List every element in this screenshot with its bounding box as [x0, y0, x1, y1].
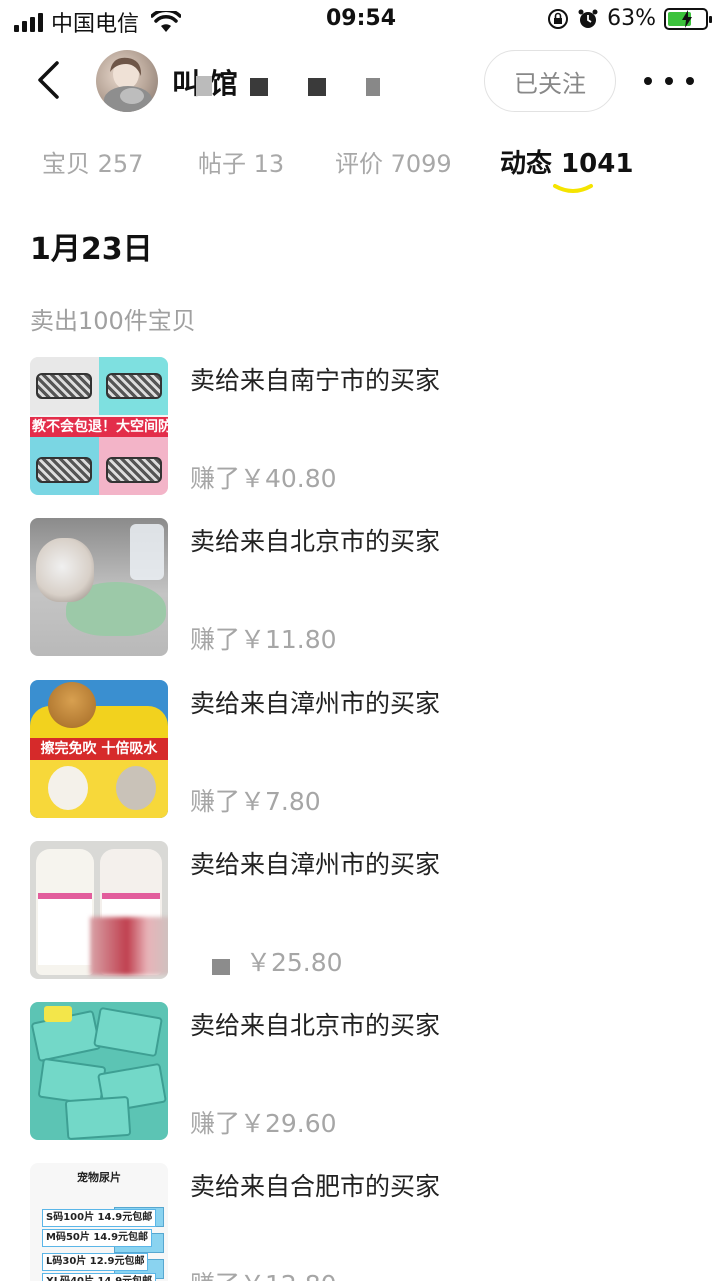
avatar[interactable]	[96, 50, 158, 112]
product-thumbnail: 宠物尿片 S码100片 14.9元包邮 M码50片 14.9元包邮 L码30片 …	[30, 1163, 168, 1281]
name-redaction-2	[250, 78, 268, 96]
tab-items[interactable]: 宝贝 257	[42, 144, 143, 179]
thumb-banner-text: 教不会包退！大空间防外溅	[30, 417, 168, 437]
more-dot-icon	[665, 77, 673, 85]
battery-percent: 63%	[607, 6, 656, 31]
tab-posts[interactable]: 帖子 13	[198, 144, 284, 179]
bottle-label	[38, 893, 92, 965]
litter-tray-image	[36, 457, 92, 483]
tab-reviews[interactable]: 评价 7099	[335, 144, 452, 179]
pet-image	[48, 766, 88, 810]
item-earnings: 赚了￥11.80	[190, 625, 337, 654]
signal-icon	[14, 12, 43, 32]
thumb-size-row: M码50片 14.9元包邮	[42, 1229, 153, 1247]
package-image	[93, 1006, 163, 1058]
item-earnings: 赚了￥40.80	[190, 464, 337, 493]
litter-tray-image	[36, 373, 92, 399]
product-thumbnail: 擦完免吹 十倍吸水	[30, 680, 168, 818]
item-title: 卖给来自漳州市的买家	[190, 850, 441, 879]
thumb-title: 宠物尿片	[77, 1171, 121, 1184]
status-bar: 中国电信 09:54 63%	[0, 0, 720, 40]
product-thumbnail: 教不会包退！大空间防外溅	[30, 357, 168, 495]
thumb-size-row: L码30片 12.9元包邮	[42, 1253, 149, 1271]
alarm-icon	[578, 9, 598, 28]
thumb-banner-text: 擦完免吹 十倍吸水	[30, 738, 168, 760]
earnings-redaction	[212, 959, 230, 975]
tab-activity[interactable]: 动态 1041	[500, 143, 633, 180]
list-item[interactable]: 教不会包退！大空间防外溅 卖给来自南宁市的买家 赚了￥40.80	[30, 357, 690, 495]
item-earnings: 赚了￥29.60	[190, 1109, 337, 1138]
more-options-button[interactable]	[644, 64, 694, 98]
chevron-left-icon	[38, 61, 59, 99]
list-item[interactable]: 卖给来自北京市的买家 赚了￥29.60	[30, 1002, 690, 1140]
list-item[interactable]: 宠物尿片 S码100片 14.9元包邮 M码50片 14.9元包邮 L码30片 …	[30, 1163, 690, 1281]
item-earnings: 赚了￥12.80	[190, 1265, 337, 1281]
status-right: 63%	[547, 6, 712, 31]
more-dot-icon	[644, 77, 652, 85]
litter-tray-image	[106, 457, 162, 483]
follow-button[interactable]: 已关注	[484, 50, 616, 112]
name-redaction-4	[366, 78, 380, 96]
bolt-icon	[682, 9, 692, 28]
status-time: 09:54	[326, 6, 397, 31]
feed-date: 1月23日	[30, 232, 153, 267]
more-dot-icon	[686, 77, 694, 85]
item-title: 卖给来自北京市的买家	[190, 527, 441, 556]
item-title: 卖给来自合肥市的买家	[190, 1172, 441, 1201]
blurred-overlay	[90, 917, 168, 975]
shop-header: 叫 馆 已关注	[0, 40, 720, 124]
wifi-icon	[151, 11, 182, 32]
shop-tabs: 宝贝 257 帖子 13 评价 7099 动态 1041	[0, 140, 720, 200]
status-left: 中国电信	[14, 6, 182, 38]
active-tab-indicator	[553, 184, 593, 193]
name-redaction-3	[308, 78, 326, 96]
list-item[interactable]: 擦完免吹 十倍吸水 卖给来自漳州市的买家 赚了￥7.80	[30, 680, 690, 818]
item-earnings: 赚了￥7.80	[190, 787, 321, 816]
dog-image	[48, 682, 96, 728]
product-thumbnail	[30, 1002, 168, 1140]
thumb-size-row: S码100片 14.9元包邮	[42, 1209, 157, 1227]
item-title: 卖给来自南宁市的买家	[190, 366, 441, 395]
brand-logo	[44, 1006, 72, 1022]
list-item[interactable]: 卖给来自漳州市的买家 ￥25.80	[30, 841, 690, 979]
list-item[interactable]: 卖给来自北京市的买家 赚了￥11.80	[30, 518, 690, 656]
product-thumbnail	[30, 518, 168, 656]
sold-count-label: 卖出100件宝贝	[30, 307, 196, 335]
cat-image	[36, 538, 94, 602]
litter-tray-image	[106, 373, 162, 399]
back-button[interactable]	[26, 58, 70, 102]
package-image	[64, 1095, 132, 1140]
battery-charging-icon	[664, 7, 712, 30]
item-title: 卖给来自漳州市的买家	[190, 689, 441, 718]
item-earnings: ￥25.80	[246, 948, 343, 977]
screen-lock-icon	[548, 8, 569, 29]
carrier-name: 中国电信	[51, 12, 140, 37]
product-thumbnail	[30, 841, 168, 979]
pet-image	[116, 766, 156, 810]
avatar-image	[104, 57, 152, 112]
name-redaction-1	[196, 76, 212, 96]
water-bottle-image	[130, 524, 164, 580]
thumb-size-row: XL码40片 14.9元包邮	[42, 1273, 157, 1281]
item-title: 卖给来自北京市的买家	[190, 1011, 441, 1040]
